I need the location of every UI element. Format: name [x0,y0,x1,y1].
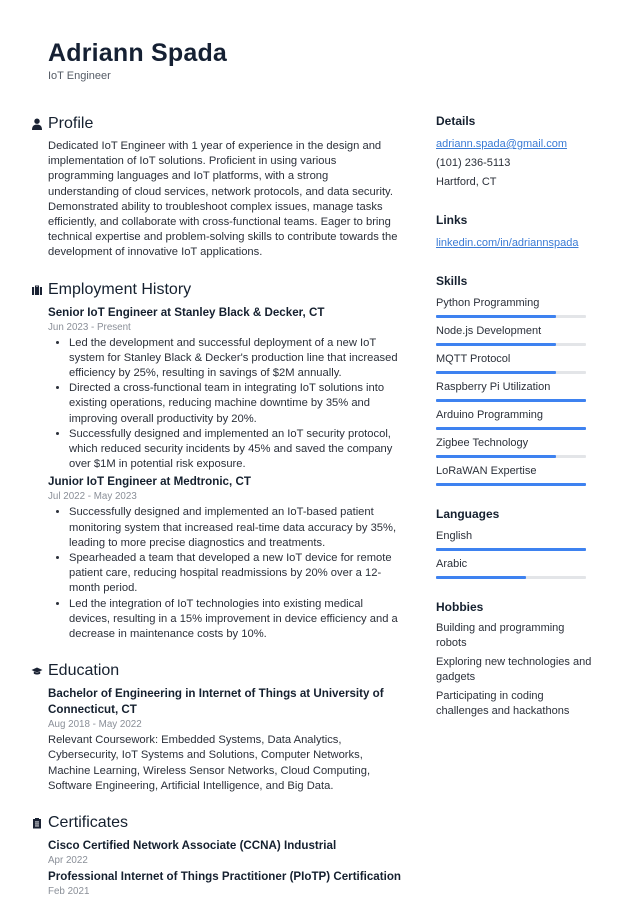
job-dates: Jun 2023 - Present [48,321,131,333]
job-title: Junior IoT Engineer at Medtronic, CT [48,475,251,489]
certificate-entry: Professional Internet of Things Practiti… [48,869,402,898]
skill-label: MQTT Protocol [436,353,511,365]
graduation-cap-icon [30,665,43,678]
hobby-item: Exploring new technologies and gadgets [436,656,592,683]
skill-level-fill [436,483,586,486]
links-section: Links linkedin.com/in/adriannspada [436,212,596,253]
language-item: Arabic [436,556,596,579]
briefcase-icon [30,283,43,296]
clipboard-icon [30,817,43,830]
job-bullets: Led the development and successful deplo… [48,336,402,473]
language-label: English [436,530,473,542]
language-item: English [436,528,596,551]
email-link[interactable]: adriann.spada@gmail.com [436,138,567,150]
certificates-section: Certificates Cisco Certified Network Ass… [30,812,402,898]
person-icon [30,118,43,131]
links-heading: Links [436,213,468,227]
skill-level-fill [436,315,556,318]
job-bullet: Successfully designed and implemented an… [69,505,402,551]
skill-level-bar [436,455,586,458]
certificate-date: Feb 2021 [48,886,90,898]
hobbies-section: Hobbies Building and programming robots … [436,599,596,719]
skill-level-fill [436,427,586,430]
job-bullet: Directed a cross-functional team in inte… [69,381,402,427]
hobbies-heading: Hobbies [436,600,484,614]
profile-summary: Dedicated IoT Engineer with 1 year of ex… [48,140,398,259]
skill-level-bar [436,483,586,486]
skill-label: Zigbee Technology [436,437,529,449]
skill-level-bar [436,343,586,346]
degree-title: Bachelor of Engineering in Internet of T… [48,687,384,717]
education-dates: Aug 2018 - May 2022 [48,719,142,731]
employment-heading: Employment History [30,279,402,301]
education-heading: Education [30,660,402,682]
job-bullet: Spearheaded a team that developed a new … [69,551,402,597]
skill-level-bar [436,399,586,402]
main-column: Profile Dedicated IoT Engineer with 1 ye… [30,113,402,916]
skill-level-bar [436,315,586,318]
certificate-entry: Cisco Certified Network Associate (CCNA)… [48,838,402,867]
profile-section: Profile Dedicated IoT Engineer with 1 ye… [30,113,402,261]
skill-label: Arduino Programming [436,409,543,421]
details-section: Details adriann.spada@gmail.com (101) 23… [436,113,596,192]
job-bullet: Led the integration of IoT technologies … [69,597,402,643]
candidate-title: IoT Engineer [48,70,111,82]
employment-section: Employment History Senior IoT Engineer a… [30,279,402,643]
hobby-item: Participating in coding challenges and h… [436,690,570,717]
skill-item: Raspberry Pi Utilization [436,379,596,402]
skill-level-fill [436,371,556,374]
language-level-fill [436,576,526,579]
job-dates: Jul 2022 - May 2023 [48,491,137,503]
certificate-date: Apr 2022 [48,855,88,867]
skill-item: Python Programming [436,295,596,318]
section-title: Employment History [48,280,192,298]
job-entry: Junior IoT Engineer at Medtronic, CT Jul… [48,474,402,642]
skill-label: Raspberry Pi Utilization [436,381,551,393]
language-level-bar [436,576,586,579]
skill-label: Python Programming [436,297,540,309]
coursework: Relevant Coursework: Embedded Systems, D… [48,734,371,792]
skill-level-bar [436,427,586,430]
side-column: Details adriann.spada@gmail.com (101) 23… [436,113,596,739]
job-bullet: Successfully designed and implemented an… [69,427,402,473]
skills-heading: Skills [436,274,468,288]
skill-item: Arduino Programming [436,407,596,430]
skill-item: Node.js Development [436,323,596,346]
section-title: Profile [48,115,94,132]
language-label: Arabic [436,558,468,570]
section-title: Certificates [48,814,129,832]
job-bullet: Led the development and successful deplo… [69,336,402,382]
phone-number: (101) 236-5113 [436,157,511,169]
job-title: Senior IoT Engineer at Stanley Black & D… [48,305,325,319]
skill-item: LoRaWAN Expertise [436,463,596,486]
language-level-bar [436,548,586,551]
languages-section: Languages English Arabic [436,506,596,579]
skills-section: Skills Python Programming Node.js Develop… [436,273,596,486]
hobby-item: Building and programming robots [436,622,565,649]
certificates-heading: Certificates [30,812,402,834]
skill-level-fill [436,455,556,458]
section-title: Education [48,662,120,680]
certificate-name: Cisco Certified Network Associate (CCNA)… [48,839,337,853]
skill-level-fill [436,399,586,402]
languages-heading: Languages [436,507,500,521]
profile-heading: Profile [30,113,402,135]
candidate-name: Adriann Spada [48,39,228,67]
skill-level-fill [436,343,556,346]
skill-label: Node.js Development [436,325,542,337]
job-entry: Senior IoT Engineer at Stanley Black & D… [48,305,402,473]
skill-item: MQTT Protocol [436,351,596,374]
skill-level-bar [436,371,586,374]
language-level-fill [436,548,586,551]
linkedin-link[interactable]: linkedin.com/in/adriannspada [436,237,578,249]
skill-label: LoRaWAN Expertise [436,465,537,477]
details-heading: Details [436,114,476,128]
certificate-name: Professional Internet of Things Practiti… [48,870,402,884]
location: Hartford, CT [436,176,497,188]
skill-item: Zigbee Technology [436,435,596,458]
education-section: Education Bachelor of Engineering in Int… [30,660,402,794]
job-bullets: Successfully designed and implemented an… [48,505,402,642]
resume-header: Adriann Spada IoT Engineer [48,38,227,83]
